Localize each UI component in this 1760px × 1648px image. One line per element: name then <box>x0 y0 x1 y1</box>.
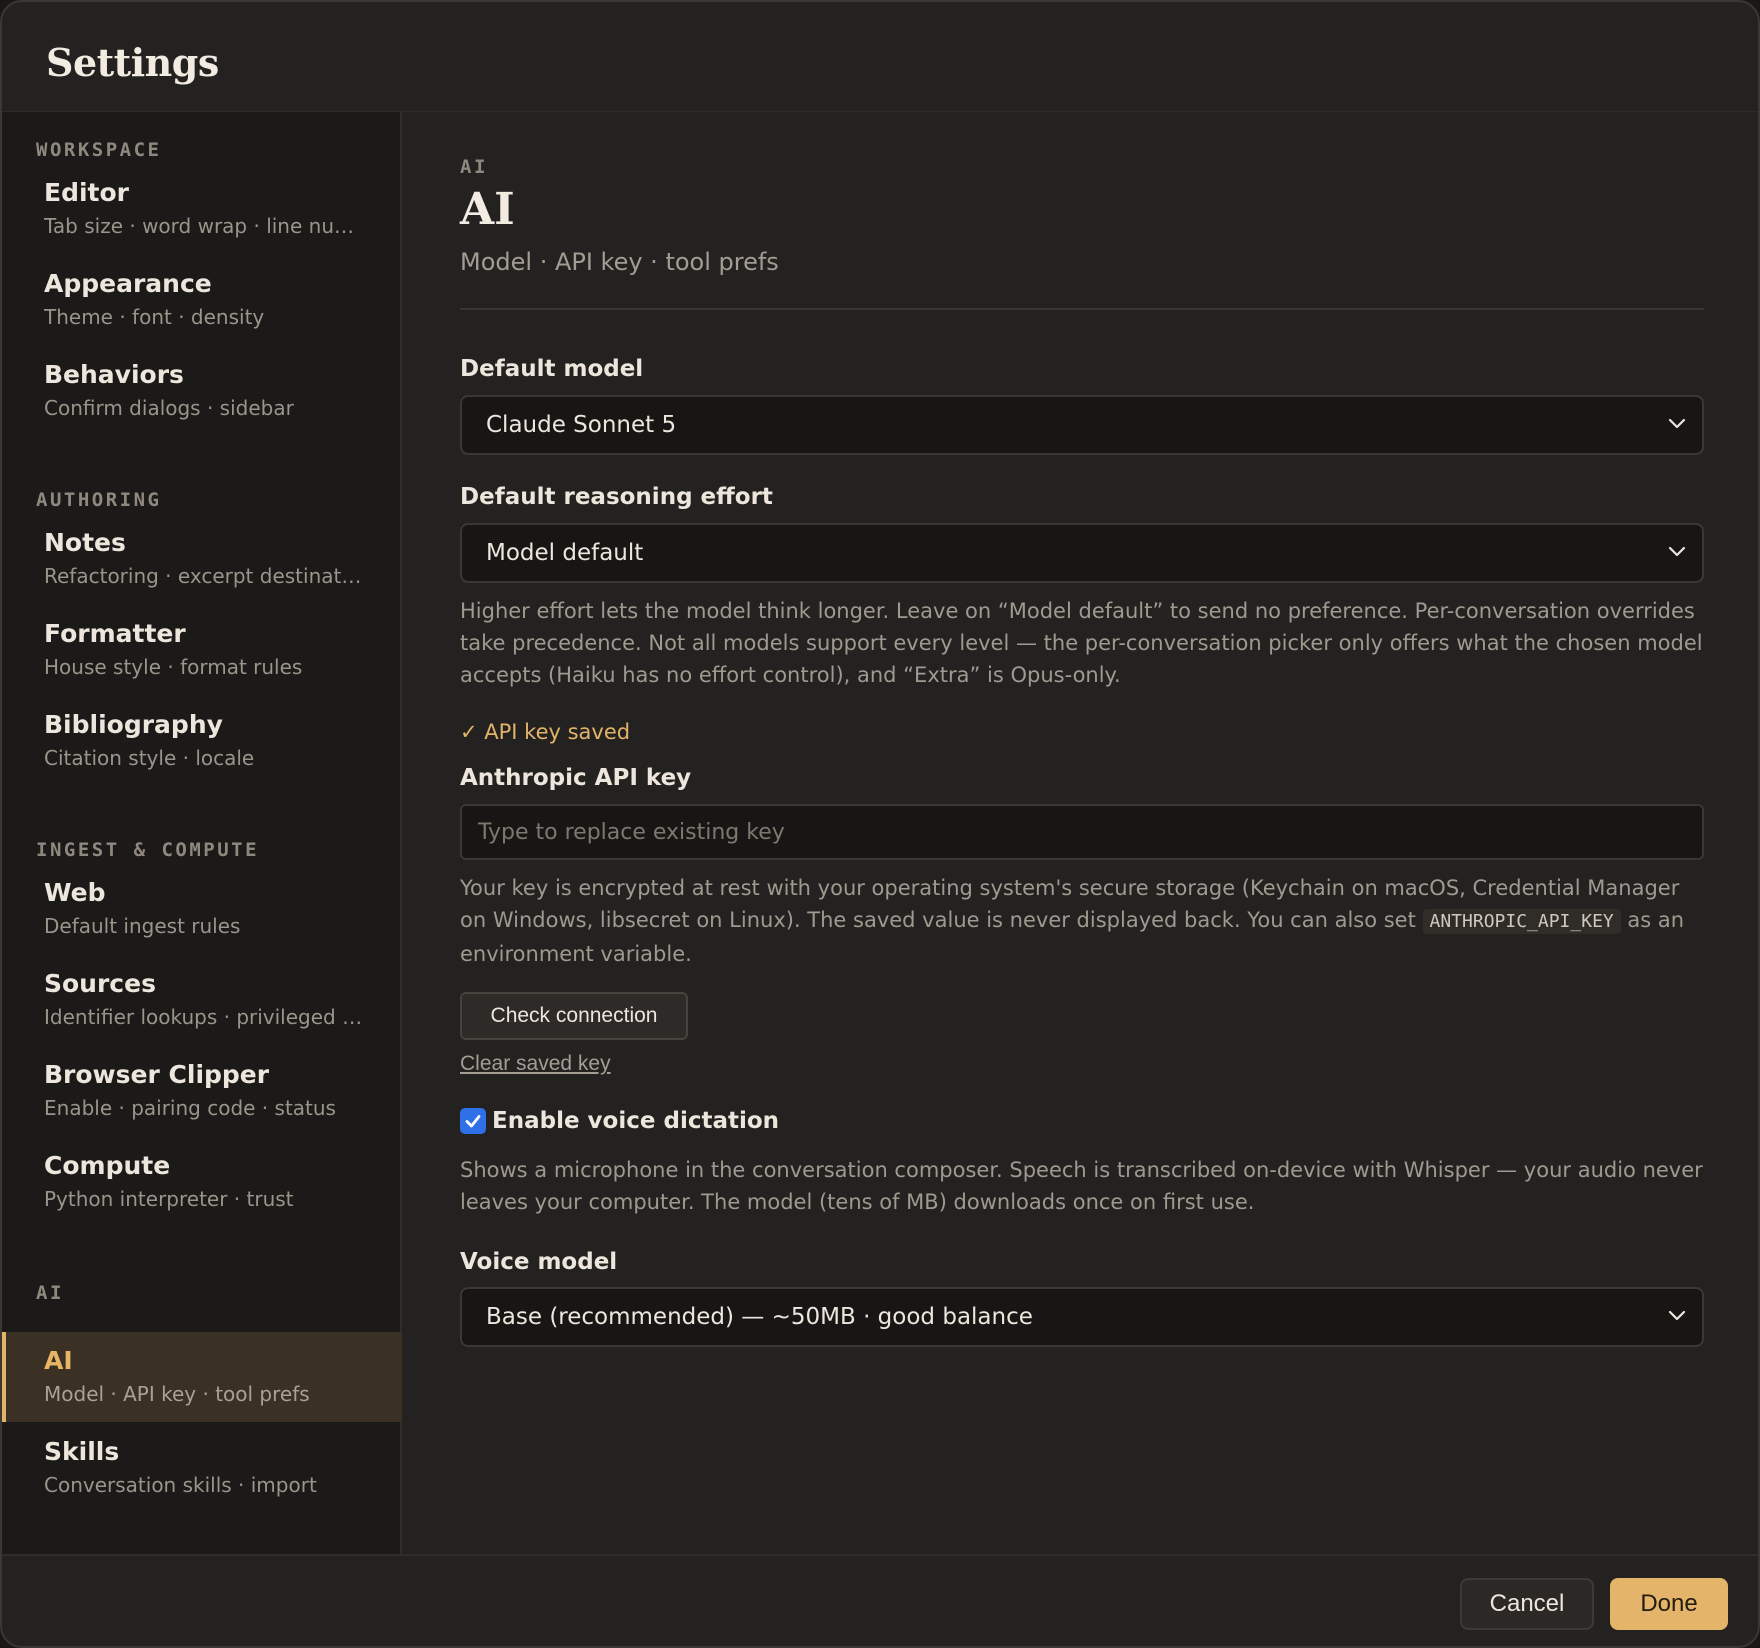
settings-sidebar: WORKSPACE Editor Tab size · word wrap · … <box>2 112 402 1554</box>
cancel-button[interactable]: Cancel <box>1460 1578 1594 1630</box>
sidebar-item-subtitle: Citation style · locale <box>44 746 255 770</box>
check-connection-button[interactable]: Check connection <box>460 992 688 1040</box>
sidebar-item-subtitle: Tab size · word wrap · line numb... <box>44 214 364 238</box>
sidebar-item-title: AI <box>44 1346 73 1375</box>
reasoning-effort-label: Default reasoning effort <box>460 484 773 510</box>
sidebar-item-subtitle: Model · API key · tool prefs <box>44 1382 310 1406</box>
voice-model-select[interactable]: Base (recommended) — ~50MB · good balanc… <box>460 1287 1704 1347</box>
sidebar-item-subtitle: Conversation skills · import <box>44 1473 317 1497</box>
section-divider <box>460 308 1704 310</box>
voice-dictation-help: Shows a microphone in the conversation c… <box>460 1158 1703 1214</box>
sidebar-item-title: Bibliography <box>44 710 223 739</box>
sidebar-item-browser-clipper[interactable]: Browser Clipper Enable · pairing code · … <box>2 1046 402 1136</box>
dialog-title: Settings <box>46 40 219 85</box>
dialog-footer: Cancel Done <box>2 1554 1758 1646</box>
voice-model-label: Voice model <box>460 1249 618 1275</box>
voice-dictation-checkbox[interactable] <box>460 1108 486 1134</box>
voice-model-value: Base (recommended) — ~50MB · good balanc… <box>486 1304 1033 1330</box>
sidebar-item-bibliography[interactable]: Bibliography Citation style · locale <box>2 696 402 786</box>
default-model-label: Default model <box>460 356 644 382</box>
sidebar-item-behaviors[interactable]: Behaviors Confirm dialogs · sidebar <box>2 346 402 436</box>
sidebar-item-title: Behaviors <box>44 360 184 389</box>
sidebar-item-formatter[interactable]: Formatter House style · format rules <box>2 605 402 695</box>
sidebar-item-sources[interactable]: Sources Identifier lookups · privileged … <box>2 955 402 1045</box>
chevron-down-icon <box>1668 546 1686 557</box>
sidebar-item-title: Web <box>44 878 106 907</box>
sidebar-item-notes[interactable]: Notes Refactoring · excerpt destinations <box>2 514 402 604</box>
sidebar-item-subtitle: Python interpreter · trust <box>44 1187 294 1211</box>
sidebar-group-ingest-compute: INGEST & COMPUTE <box>36 839 260 861</box>
api-key-help: Your key is encrypted at rest with your … <box>460 872 1710 970</box>
sidebar-group-workspace: WORKSPACE <box>36 139 162 161</box>
sidebar-group-authoring: AUTHORING <box>36 489 162 511</box>
sidebar-item-compute[interactable]: Compute Python interpreter · trust <box>2 1137 402 1227</box>
sidebar-item-ai[interactable]: AI Model · API key · tool prefs <box>2 1332 402 1422</box>
sidebar-item-subtitle: Identifier lookups · privileged lo... <box>44 1005 364 1029</box>
sidebar-item-appearance[interactable]: Appearance Theme · font · density <box>2 255 402 345</box>
default-model-value: Claude Sonnet 5 <box>486 412 677 438</box>
section-subtitle: Model · API key · tool prefs <box>460 248 779 276</box>
sidebar-item-title: Notes <box>44 528 126 557</box>
sidebar-item-title: Formatter <box>44 619 186 648</box>
sidebar-item-subtitle: House style · format rules <box>44 655 303 679</box>
sidebar-item-title: Browser Clipper <box>44 1060 270 1089</box>
sidebar-item-subtitle: Default ingest rules <box>44 914 241 938</box>
sidebar-item-editor[interactable]: Editor Tab size · word wrap · line numb.… <box>2 164 402 254</box>
sidebar-item-title: Editor <box>44 178 129 207</box>
sidebar-item-title: Compute <box>44 1151 171 1180</box>
reasoning-effort-value: Model default <box>486 540 644 566</box>
api-key-label: Anthropic API key <box>460 765 692 791</box>
section-title: AI <box>460 184 515 235</box>
sidebar-item-subtitle: Confirm dialogs · sidebar <box>44 396 294 420</box>
sidebar-group-ai: AI <box>36 1282 64 1304</box>
section-eyebrow: AI <box>460 156 488 178</box>
default-model-select[interactable]: Claude Sonnet 5 <box>460 395 1704 455</box>
settings-dialog: Settings WORKSPACE Editor Tab size · wor… <box>0 0 1760 1648</box>
settings-content: AI AI Model · API key · tool prefs Defau… <box>404 112 1758 1554</box>
sidebar-item-subtitle: Enable · pairing code · status <box>44 1096 336 1120</box>
env-var-code: ANTHROPIC_API_KEY <box>1422 909 1621 934</box>
api-key-saved-status: ✓ API key saved <box>460 720 631 744</box>
sidebar-item-web[interactable]: Web Default ingest rules <box>2 864 402 954</box>
dialog-header: Settings <box>2 2 1758 112</box>
sidebar-item-subtitle: Refactoring · excerpt destinations <box>44 564 364 588</box>
reasoning-effort-select[interactable]: Model default <box>460 523 1704 583</box>
sidebar-item-title: Skills <box>44 1437 120 1466</box>
sidebar-item-title: Appearance <box>44 269 212 298</box>
chevron-down-icon <box>1668 418 1686 429</box>
reasoning-effort-help: Higher effort lets the model think longe… <box>460 599 1703 687</box>
sidebar-item-title: Sources <box>44 969 156 998</box>
api-key-input[interactable] <box>460 804 1704 860</box>
clear-saved-key-link[interactable]: Clear saved key <box>460 1052 611 1076</box>
sidebar-item-skills[interactable]: Skills Conversation skills · import <box>2 1423 402 1513</box>
chevron-down-icon <box>1668 1310 1686 1321</box>
check-icon <box>465 1115 481 1128</box>
done-button[interactable]: Done <box>1610 1578 1728 1630</box>
voice-dictation-label[interactable]: Enable voice dictation <box>492 1108 779 1134</box>
sidebar-item-subtitle: Theme · font · density <box>44 305 265 329</box>
